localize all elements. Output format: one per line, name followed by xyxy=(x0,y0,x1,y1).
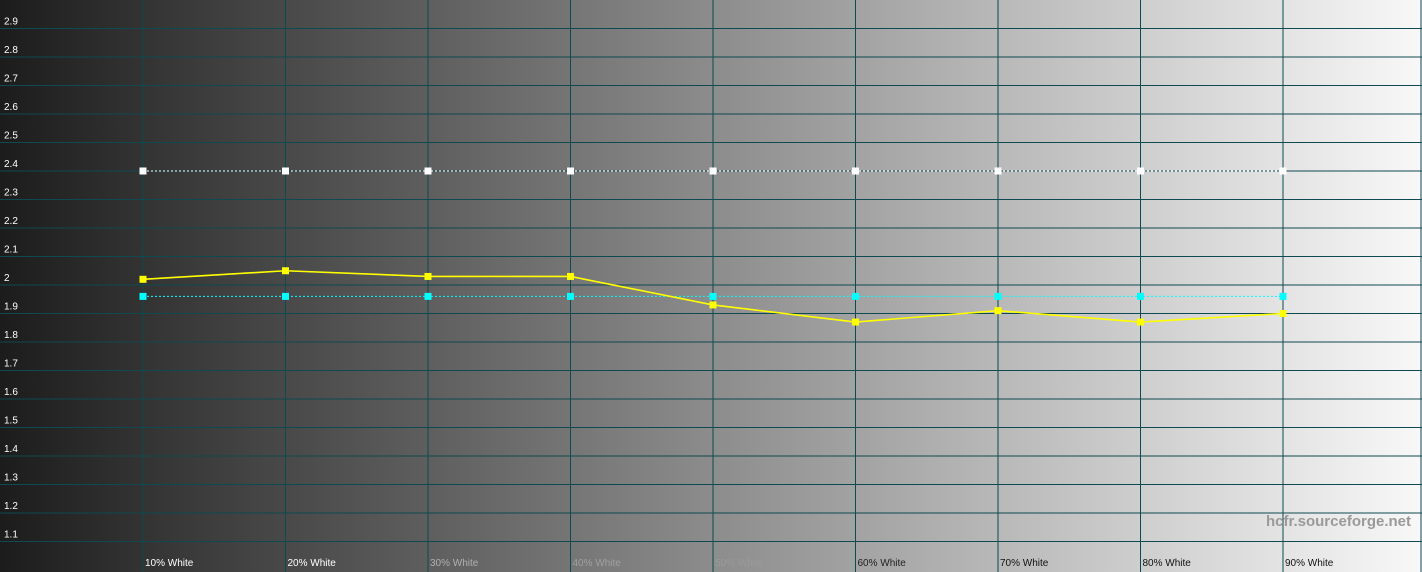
data-point xyxy=(139,292,147,300)
data-point xyxy=(1137,318,1144,326)
y-tick-label: 2.4 xyxy=(4,159,18,170)
data-point xyxy=(139,167,147,175)
data-point xyxy=(282,267,289,275)
x-tick-label: 90% White xyxy=(1285,558,1334,569)
x-tick-label: 10% White xyxy=(145,558,194,569)
y-tick-label: 1.8 xyxy=(4,330,18,341)
data-point xyxy=(994,167,1002,175)
y-tick-label: 2.3 xyxy=(4,188,18,199)
data-point xyxy=(1279,310,1287,317)
y-tick-label: 2.2 xyxy=(4,216,18,227)
x-tick-label: 70% White xyxy=(1000,558,1049,569)
y-tick-label: 1.2 xyxy=(4,501,18,512)
data-point xyxy=(994,292,1002,300)
y-tick-label: 1.9 xyxy=(4,302,18,313)
x-tick-label: 20% White xyxy=(288,558,337,569)
x-tick-label: 80% White xyxy=(1143,558,1192,569)
data-point xyxy=(139,275,147,283)
y-tick-label: 2 xyxy=(4,273,10,284)
data-point xyxy=(567,272,574,280)
data-point xyxy=(1279,167,1287,175)
y-tick-label: 1.7 xyxy=(4,359,18,370)
data-point xyxy=(424,272,432,280)
data-point xyxy=(852,292,859,300)
data-point xyxy=(1137,167,1144,175)
data-point xyxy=(709,292,717,300)
x-axis-ticks: 10% White 20% White 30% White 40% White 50% … xyxy=(145,558,1334,569)
y-tick-label: 2.5 xyxy=(4,131,18,142)
data-point xyxy=(424,167,432,175)
x-tick-label: 50% White xyxy=(715,558,764,569)
y-tick-label: 1.4 xyxy=(4,444,18,455)
data-point xyxy=(567,167,574,175)
data-point xyxy=(1279,292,1287,300)
y-tick-label: 1.6 xyxy=(4,387,18,398)
gamma-chart: 1.1 1.2 1.3 1.4 1.5 1.6 1.7 1.8 1.9 2 2.1 2.2 2.3 2.4… xyxy=(0,0,1422,572)
y-tick-label: 2.6 xyxy=(4,102,18,113)
data-point xyxy=(567,292,574,300)
y-tick-label: 2.7 xyxy=(4,74,18,85)
data-point xyxy=(282,292,289,300)
data-point xyxy=(994,307,1002,315)
data-point xyxy=(709,167,717,175)
x-tick-label: 60% White xyxy=(858,558,907,569)
y-tick-label: 1.5 xyxy=(4,416,18,427)
x-tick-label: 30% White xyxy=(430,558,479,569)
data-point xyxy=(709,301,717,309)
watermark: hcfr.sourceforge.net xyxy=(1266,513,1411,530)
chart-canvas: 1.1 1.2 1.3 1.4 1.5 1.6 1.7 1.8 1.9 2 2.1 2.2 2.3 2.4… xyxy=(0,0,1422,572)
data-point xyxy=(1137,292,1144,300)
data-point xyxy=(424,292,432,300)
y-tick-label: 2.9 xyxy=(4,17,18,28)
y-tick-label: 2.1 xyxy=(4,245,18,256)
data-point xyxy=(852,167,859,175)
y-tick-label: 2.8 xyxy=(4,45,18,56)
data-point xyxy=(282,167,289,175)
y-tick-label: 1.3 xyxy=(4,473,18,484)
data-point xyxy=(852,318,859,326)
x-tick-label: 40% White xyxy=(573,558,622,569)
y-tick-label: 1.1 xyxy=(4,530,18,541)
